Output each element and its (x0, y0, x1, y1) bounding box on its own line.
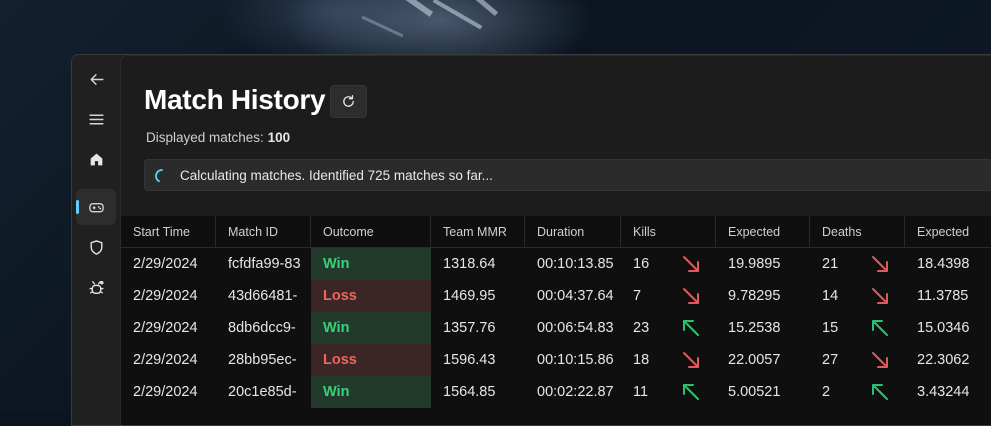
nav-item-security[interactable] (76, 229, 116, 265)
back-button[interactable] (76, 61, 116, 97)
cell-outcome: Win (311, 312, 431, 344)
cell-expected-deaths: 15.0346 (917, 320, 970, 336)
cell-start-time: 2/29/2024 (133, 256, 198, 272)
progress-infobar: Calculating matches. Identified 725 matc… (144, 159, 991, 191)
selection-indicator (76, 200, 79, 214)
back-icon (89, 73, 104, 85)
shield-icon (89, 239, 103, 255)
cell-outcome: Win (311, 376, 431, 408)
cell-deaths: 15 (822, 320, 839, 336)
nav-item-match-history[interactable] (76, 189, 116, 225)
cell-expected-kills: 9.78295 (728, 288, 781, 304)
cell-start-time: 2/29/2024 (133, 288, 198, 304)
cell-match-id: 20c1e85d- (228, 384, 297, 400)
cell-kills: 18 (633, 352, 650, 368)
trend-up-arrow-icon (683, 384, 699, 400)
progress-ring-icon (155, 169, 163, 183)
cell-expected-kills: 19.9895 (728, 256, 781, 272)
trend-down-arrow-icon (872, 256, 888, 272)
table-row[interactable]: 2/29/2024 43d66481- Loss 1469.95 00:04:37.64… (121, 280, 991, 312)
table-row[interactable]: 2/29/2024 8db6dcc9- Win 1357.76 00:06:54.83 2… (121, 312, 991, 344)
displayed-matches-count: 100 (267, 130, 291, 145)
trend-up-arrow-icon (872, 384, 888, 400)
trend-down-arrow-icon (683, 288, 699, 304)
trend-down-arrow-icon (872, 288, 888, 304)
cell-expected-deaths: 11.3785 (917, 288, 969, 304)
nav-rail (72, 55, 120, 425)
column-header-team-mmr[interactable]: Team MMR (431, 216, 525, 247)
menu-toggle-button[interactable] (76, 101, 116, 137)
refresh-button[interactable] (330, 85, 367, 118)
progress-message: Calculating matches. Identified 725 matc… (180, 168, 493, 183)
refresh-icon (343, 95, 354, 107)
column-header-expected-deaths[interactable]: Expected (905, 216, 991, 247)
cell-start-time: 2/29/2024 (133, 320, 198, 336)
cell-team-mmr: 1564.85 (443, 384, 496, 400)
table-row[interactable]: 2/29/2024 20c1e85d- Win 1564.85 00:02:22.87 1… (121, 376, 991, 408)
cell-match-id: fcfdfa99-83 (228, 256, 301, 272)
cell-match-id: 8db6dcc9- (228, 320, 296, 336)
cell-match-id: 43d66481- (228, 288, 298, 304)
cell-team-mmr: 1596.43 (443, 352, 496, 368)
gamepad-icon (88, 202, 104, 212)
cell-start-time: 2/29/2024 (133, 384, 198, 400)
cell-kills: 11 (633, 384, 649, 400)
main-content: Match History Displayed matches: 100 Cal… (120, 55, 991, 425)
home-icon (90, 153, 102, 165)
cell-expected-deaths: 18.4398 (917, 256, 970, 272)
cell-expected-kills: 5.00521 (728, 384, 781, 400)
cell-duration: 00:10:13.85 (537, 256, 614, 272)
cell-kills: 7 (633, 288, 642, 304)
hamburger-menu-icon (88, 114, 104, 124)
table-row[interactable]: 2/29/2024 28bb95ec- Loss 1596.43 00:10:15.86… (121, 344, 991, 376)
cell-outcome: Loss (311, 280, 431, 312)
trend-down-arrow-icon (683, 256, 699, 272)
cell-outcome: Win (311, 248, 431, 280)
match-history-table: Start Time Match ID Outcome Team MMR Dur… (121, 216, 991, 425)
cell-expected-deaths: 22.3062 (917, 352, 970, 368)
cell-deaths: 14 (822, 288, 839, 304)
cell-deaths: 21 (822, 256, 839, 272)
trend-up-arrow-icon (872, 320, 888, 336)
cell-duration: 00:04:37.64 (537, 288, 614, 304)
cell-deaths: 27 (822, 352, 839, 368)
cell-expected-deaths: 3.43244 (917, 384, 970, 400)
trend-down-arrow-icon (683, 352, 699, 368)
nav-item-diagnostics[interactable] (76, 269, 116, 305)
trend-up-arrow-icon (683, 320, 699, 336)
column-header-duration[interactable]: Duration (525, 216, 621, 247)
cell-match-id: 28bb95ec- (228, 352, 297, 368)
column-header-expected-kills[interactable]: Expected (716, 216, 810, 247)
cell-duration: 00:10:15.86 (537, 352, 614, 368)
settings-bug-icon (88, 280, 104, 294)
cell-expected-kills: 15.2538 (728, 320, 781, 336)
cell-kills: 16 (633, 256, 650, 272)
cell-duration: 00:02:22.87 (537, 384, 614, 400)
column-header-start-time[interactable]: Start Time (121, 216, 216, 247)
cell-outcome: Loss (311, 344, 431, 376)
nav-item-home[interactable] (76, 141, 116, 177)
column-header-kills[interactable]: Kills (621, 216, 716, 247)
app-window: Match History Displayed matches: 100 Cal… (71, 54, 991, 426)
trend-down-arrow-icon (872, 352, 888, 368)
cell-expected-kills: 22.0057 (728, 352, 781, 368)
table-header-row: Start Time Match ID Outcome Team MMR Dur… (121, 216, 991, 248)
column-header-match-id[interactable]: Match ID (216, 216, 311, 247)
page-title: Match History (144, 84, 326, 115)
cell-deaths: 2 (822, 384, 831, 400)
displayed-matches-text: Displayed matches: 100 (146, 130, 290, 145)
cell-kills: 23 (633, 320, 650, 336)
cell-team-mmr: 1357.76 (443, 320, 496, 336)
cell-duration: 00:06:54.83 (537, 320, 614, 336)
column-header-outcome[interactable]: Outcome (311, 216, 431, 247)
cell-team-mmr: 1318.64 (443, 256, 496, 272)
cell-team-mmr: 1469.95 (443, 288, 496, 304)
table-row[interactable]: 2/29/2024 fcfdfa99-83 Win 1318.64 00:10:13.8… (121, 248, 991, 280)
column-header-deaths[interactable]: Deaths (810, 216, 905, 247)
displayed-matches-label: Displayed matches: (146, 130, 264, 145)
cell-start-time: 2/29/2024 (133, 352, 198, 368)
